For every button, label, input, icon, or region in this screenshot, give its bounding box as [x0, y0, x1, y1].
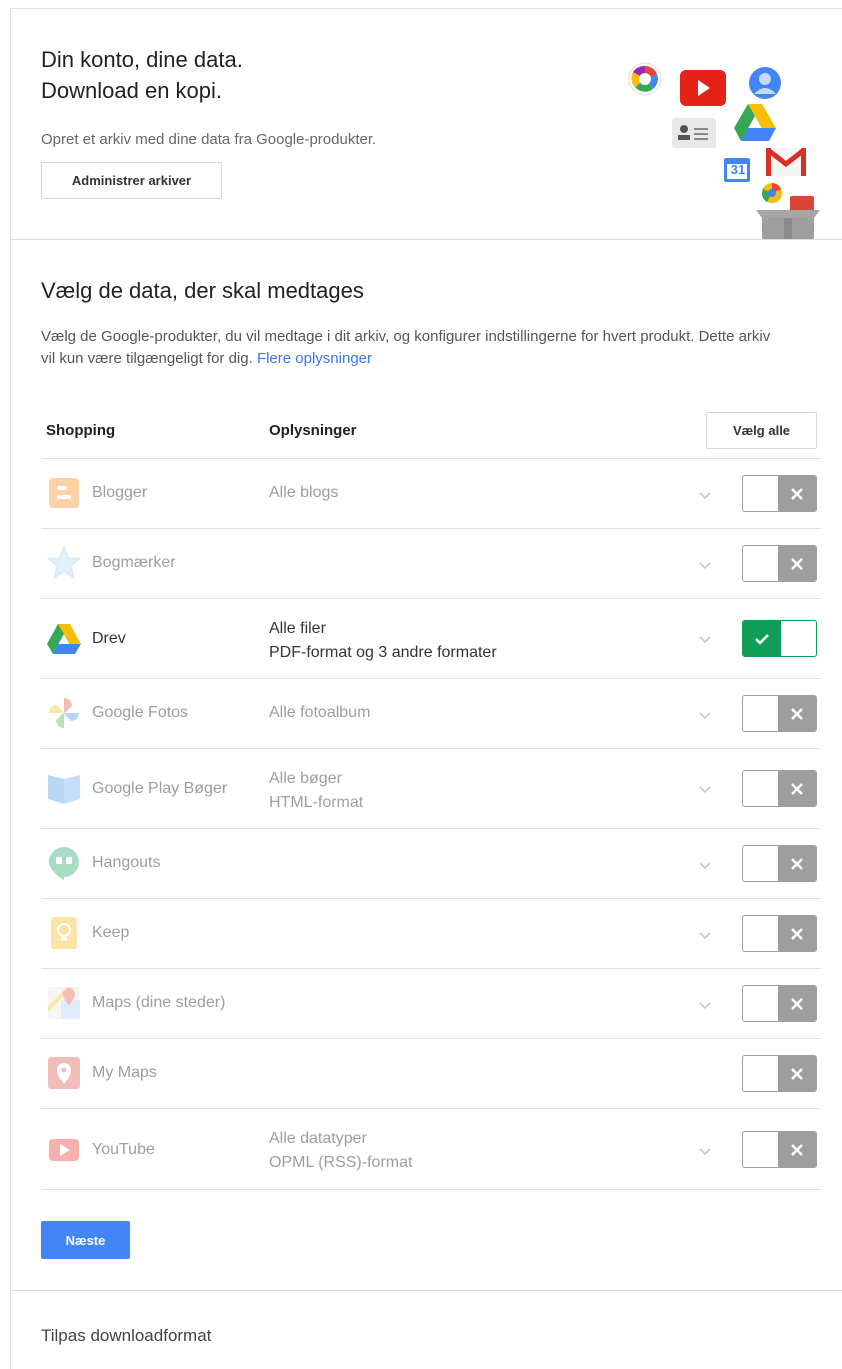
- product-toggle[interactable]: [742, 985, 817, 1022]
- close-icon: [778, 546, 816, 581]
- product-toggle[interactable]: [742, 915, 817, 952]
- close-icon: [778, 1056, 816, 1091]
- contacts-icon: [672, 118, 716, 148]
- product-toggle[interactable]: [742, 545, 817, 582]
- product-name: Drev: [92, 630, 126, 647]
- product-toggle[interactable]: [742, 695, 817, 732]
- chevron-down-icon[interactable]: [697, 557, 713, 573]
- product-toggle[interactable]: [742, 770, 817, 807]
- close-icon: [778, 476, 816, 511]
- close-icon: [778, 771, 816, 806]
- youtube-logo-icon: [680, 70, 726, 106]
- product-name: Hangouts: [92, 854, 161, 871]
- next-button[interactable]: Næste: [41, 1221, 130, 1259]
- close-icon: [778, 696, 816, 731]
- section-description: Vælg de Google-produkter, du vil medtage…: [41, 328, 771, 367]
- chevron-down-icon[interactable]: [697, 997, 713, 1013]
- close-icon: [778, 1132, 816, 1167]
- calendar-date: 31: [730, 162, 746, 177]
- product-row-keep: Keep: [41, 898, 821, 968]
- header-divider: [10, 239, 842, 240]
- page-subtitle: Opret et arkiv med dine data fra Google-…: [41, 131, 377, 148]
- product-name: My Maps: [92, 1064, 157, 1081]
- chevron-down-icon[interactable]: [697, 857, 713, 873]
- footer-divider: [10, 1290, 842, 1291]
- play-books-icon: [48, 775, 80, 804]
- product-row-hangouts: Hangouts: [41, 828, 821, 898]
- product-row-youtube: YouTube Alle datatyper OPML (RSS)-format: [41, 1108, 821, 1190]
- photos-icon: [49, 698, 79, 728]
- chevron-down-icon[interactable]: [697, 927, 713, 943]
- product-info: Alle bøger HTML-format: [269, 770, 364, 811]
- picasa-icon: [628, 62, 662, 96]
- chevron-down-icon[interactable]: [697, 631, 713, 647]
- product-info: Alle filer PDF-format og 3 andre formate…: [269, 620, 497, 661]
- gmail-icon: [766, 148, 806, 176]
- close-icon: [778, 986, 816, 1021]
- product-row-drive: Drev Alle filer PDF-format og 3 andre fo…: [41, 598, 821, 678]
- hangouts-icon: [48, 846, 79, 880]
- select-all-button[interactable]: Vælg alle: [706, 412, 817, 449]
- chevron-down-icon[interactable]: [697, 707, 713, 723]
- chevron-down-icon[interactable]: [697, 1143, 713, 1159]
- my-maps-icon: [48, 1057, 80, 1089]
- product-row-play-books: Google Play Bøger Alle bøger HTML-format: [41, 748, 821, 828]
- product-name: Google Fotos: [92, 704, 189, 721]
- product-row-photos: Google Fotos Alle fotoalbum: [41, 678, 821, 748]
- product-row-bookmarks: Bogmærker: [41, 528, 821, 598]
- chevron-down-icon[interactable]: [697, 781, 713, 797]
- keep-icon: [51, 917, 77, 949]
- close-icon: [778, 846, 816, 881]
- product-info: Alle datatyper OPML (RSS)-format: [269, 1130, 413, 1171]
- product-info: Alle blogs: [269, 484, 339, 501]
- manage-archives-button[interactable]: Administrer arkiver: [41, 162, 222, 199]
- bookmarks-icon: [47, 546, 81, 580]
- product-name: Blogger: [92, 484, 148, 501]
- section-title: Vælg de data, der skal medtages: [41, 278, 364, 303]
- product-name: Google Play Bøger: [92, 780, 228, 797]
- product-name: Maps (dine steder): [92, 994, 226, 1011]
- product-row-my-maps: My Maps: [41, 1038, 821, 1108]
- product-row-blogger: Blogger Alle blogs: [41, 458, 821, 528]
- product-name: Keep: [92, 924, 130, 941]
- archive-box-icon: [756, 210, 820, 240]
- check-icon: [743, 621, 781, 656]
- chrome-icon: [762, 183, 782, 203]
- product-name: YouTube: [92, 1141, 155, 1158]
- product-toggle[interactable]: [742, 845, 817, 882]
- product-toggle[interactable]: [742, 475, 817, 512]
- product-row-maps: Maps (dine steder): [41, 968, 821, 1038]
- drive-logo-icon: [734, 104, 776, 141]
- product-toggle[interactable]: [742, 1055, 817, 1092]
- column-header-info: Oplysninger: [269, 422, 357, 439]
- maps-icon: [48, 987, 80, 1019]
- product-toggle[interactable]: [742, 620, 817, 657]
- blogger-icon: [49, 478, 79, 508]
- customize-format-heading[interactable]: Tilpas downloadformat: [41, 1326, 211, 1346]
- product-name: Bogmærker: [92, 554, 176, 571]
- product-info: Alle fotoalbum: [269, 704, 371, 721]
- account-icon: [749, 67, 781, 99]
- close-icon: [778, 916, 816, 951]
- more-info-link[interactable]: Flere oplysninger: [257, 350, 372, 367]
- page-title: Din konto, dine data. Download en kopi.: [41, 47, 243, 103]
- drive-icon: [47, 624, 81, 654]
- product-toggle[interactable]: [742, 1131, 817, 1168]
- chevron-down-icon[interactable]: [697, 487, 713, 503]
- youtube-icon: [49, 1139, 79, 1161]
- column-header-product: Shopping: [46, 422, 116, 439]
